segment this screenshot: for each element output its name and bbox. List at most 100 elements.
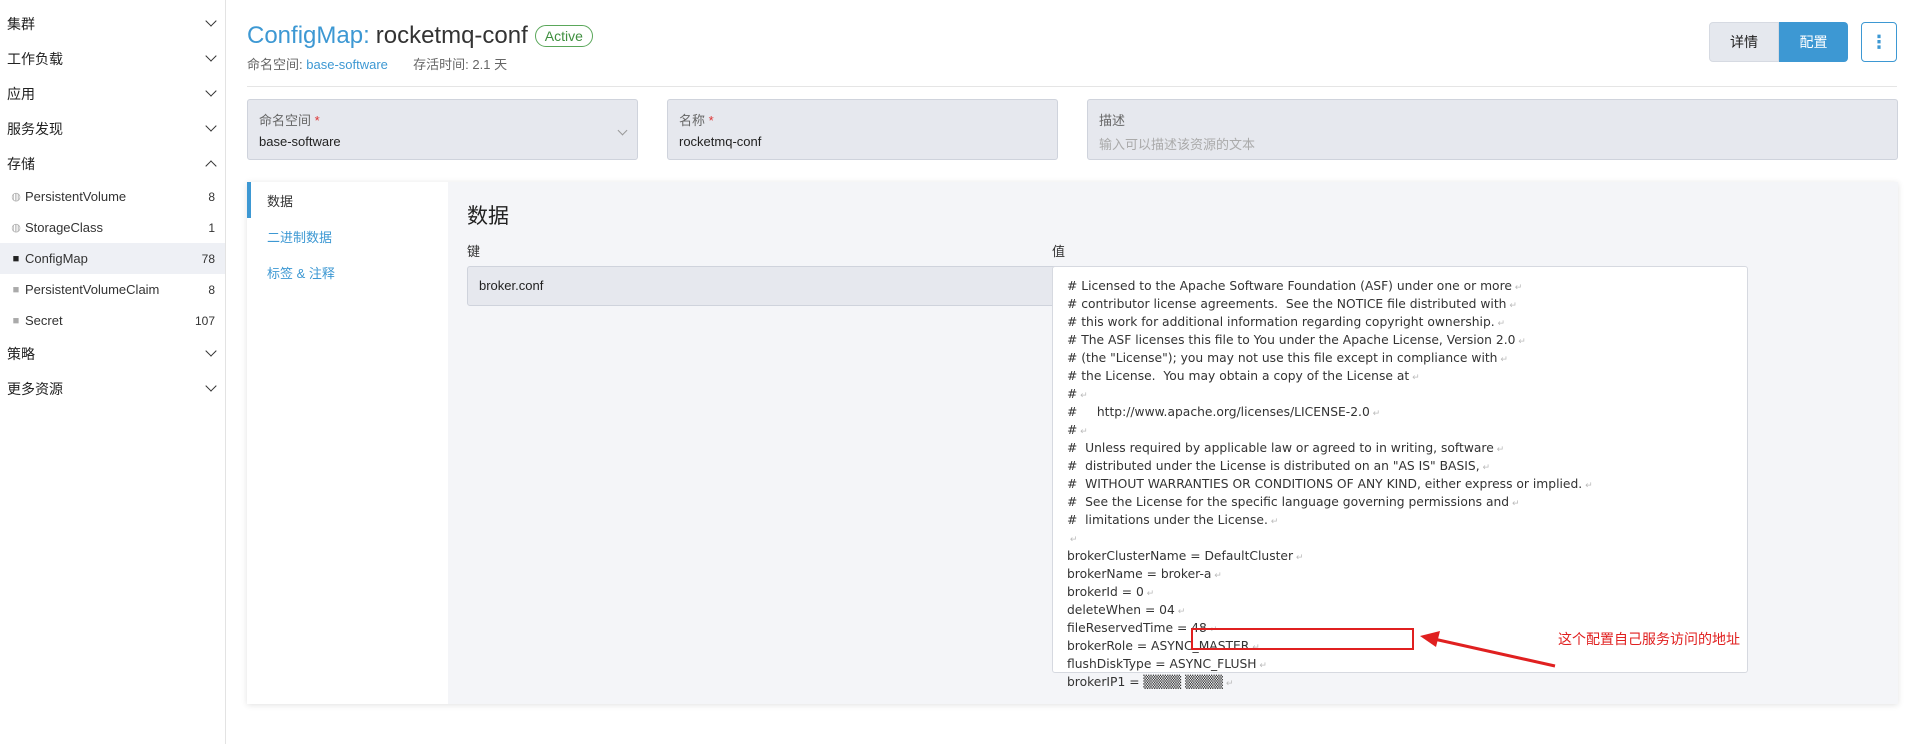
nav-group-storage[interactable]: 存储 [0,146,225,181]
chevron-up-icon [205,159,217,172]
description-placeholder: 输入可以描述该资源的文本 [1099,137,1256,152]
namespace-link[interactable]: base-software [306,57,388,72]
config-line: ↵ [1067,530,1733,548]
nav-group-cluster[interactable]: 集群 [0,6,225,41]
sidebar-item-persistentvolumeclaim[interactable]: ■ PersistentVolumeClaim 8 [0,274,225,305]
sidebar: 集群 工作负载 应用 服务发现 存储 ◍ PersistentVolume 8 … [0,0,226,744]
nav-group-policy[interactable]: 策略 [0,336,225,371]
nav-group-label: 更多资源 [7,380,63,397]
namespace-field-value: base-software [259,134,341,149]
annotation-arrow-icon [1420,631,1556,668]
sidebar-item-label: PersistentVolume [25,189,127,204]
config-line: # Unless required by applicable law or a… [1067,441,1505,455]
config-line: # ↵ [1067,387,1088,401]
newline-icon: ↵ [1077,427,1088,437]
sidebar-item-count: 8 [208,282,215,297]
sidebar-item-count: 8 [208,189,215,204]
tab-labels-annotations[interactable]: 标签 & 注释 [247,254,447,290]
sidebar-item-persistentvolume[interactable]: ◍ PersistentVolume 8 [0,181,225,212]
newline-icon: ↵ [1143,589,1155,599]
config-line: # The ASF licenses this file to You unde… [1067,333,1526,347]
config-line: # limitations under the License. ↵ [1067,513,1279,527]
age-label: 存活时间: [413,57,469,72]
config-line: # (the "License"); you may not use this … [1067,351,1508,365]
newline-icon: ↵ [1409,373,1420,383]
config-line: # Licensed to the Apache Software Founda… [1067,279,1523,293]
side-tabs: 数据 二进制数据 标签 & 注释 [247,182,447,704]
value-textarea[interactable]: # Licensed to the Apache Software Founda… [1052,266,1748,689]
nav-group-label: 工作负载 [7,50,63,67]
newline-icon: ↵ [1077,391,1088,401]
newline-icon: ↵ [1497,355,1508,365]
sidebar-item-configmap[interactable]: ■ ConfigMap 78 [0,243,225,274]
resource-meta: 命名空间: base-software 存活时间: 2.1 天 [247,54,1897,73]
sidebar-item-count: 1 [208,220,215,235]
globe-icon: ◍ [11,191,21,203]
nav-group-label: 策略 [7,345,35,362]
more-actions-button[interactable]: ⋮ [1861,22,1897,62]
config-line: brokerClusterName = DefaultCluster ↵ [1067,549,1304,563]
namespace-field-label: 命名空间 [259,113,312,128]
newline-icon: ↵ [1174,607,1186,617]
detail-button[interactable]: 详情 [1709,22,1779,62]
nav-group-workloads[interactable]: 工作负载 [0,41,225,76]
folder-icon: ■ [12,283,20,296]
page-title: ConfigMap: rocketmq-conf Active [247,22,1897,50]
annotation-text: 这个配置自己服务访问的地址 [1558,631,1740,647]
sidebar-item-count: 107 [194,313,215,328]
newline-icon: ↵ [1067,535,1078,545]
nav-group-more-resources[interactable]: 更多资源 [0,371,225,406]
chevron-down-icon [205,85,217,97]
data-panel: 数据 二进制数据 标签 & 注释 数据 键 值 broker.conf # Li… [247,182,1898,704]
nav-group-apps[interactable]: 应用 [0,76,225,111]
newline-icon: ↵ [1222,679,1234,689]
config-line: # the License. You may obtain a copy of … [1067,369,1420,383]
config-line: flushDiskType = ASYNC_FLUSH ↵ [1067,657,1267,671]
newline-icon: ↵ [1494,319,1506,329]
status-badge: Active [534,25,593,47]
name-field[interactable]: 名称 * rocketmq-conf [667,99,1058,160]
nav-group-label: 应用 [7,85,35,102]
newline-icon: ↵ [1493,445,1505,455]
header-divider [247,86,1897,87]
nav-group-label: 集群 [7,15,35,32]
newline-icon: ↵ [1211,571,1222,581]
name-field-value: rocketmq-conf [679,134,762,149]
newline-icon: ↵ [1582,481,1593,491]
tab-data[interactable]: 数据 [247,182,447,218]
newline-icon: ↵ [1369,409,1381,419]
page-header: ConfigMap: rocketmq-conf Active 命名空间: ba… [247,22,1897,73]
required-marker: * [708,113,714,128]
chevron-down-icon [205,50,217,62]
sidebar-item-label: PersistentVolumeClaim [25,282,160,297]
config-line: brokerId = 0 ↵ [1067,585,1155,599]
chevron-down-icon [205,15,217,27]
folder-icon: ■ [12,314,20,327]
newline-icon: ↵ [1479,463,1491,473]
sidebar-item-storageclass[interactable]: ◍ StorageClass 1 [0,212,225,243]
nav-group-label: 存储 [7,155,35,172]
description-field[interactable]: 描述 输入可以描述该资源的文本 [1087,99,1898,160]
namespace-label: 命名空间: [247,57,303,72]
chevron-down-icon [205,345,217,357]
newline-icon: ↵ [1509,499,1520,509]
sidebar-item-secret[interactable]: ■ Secret 107 [0,305,225,336]
globe-icon: ◍ [11,222,21,234]
namespace-select[interactable]: 命名空间 * base-software [247,99,638,160]
name-field-label: 名称 [679,113,706,128]
tab-binary-data[interactable]: 二进制数据 [247,218,447,254]
config-line: brokerName = broker-a ↵ [1067,567,1222,581]
nav-group-label: 服务发现 [7,120,63,137]
description-field-label: 描述 [1099,113,1126,128]
nav-group-service-discovery[interactable]: 服务发现 [0,111,225,146]
config-line: # http://www.apache.org/licenses/LICENSE… [1067,405,1381,419]
key-column-label: 键 [467,244,481,259]
newline-icon: ↵ [1256,661,1267,671]
config-line: # this work for additional information r… [1067,315,1506,329]
header-actions: 详情 配置 ⋮ [1709,22,1897,62]
config-button[interactable]: 配置 [1779,22,1848,62]
chevron-down-icon [205,380,217,392]
config-line: # contributor license agreements. See th… [1067,297,1517,311]
value-column-label: 值 [1052,244,1066,259]
newline-icon: ↵ [1293,553,1304,563]
